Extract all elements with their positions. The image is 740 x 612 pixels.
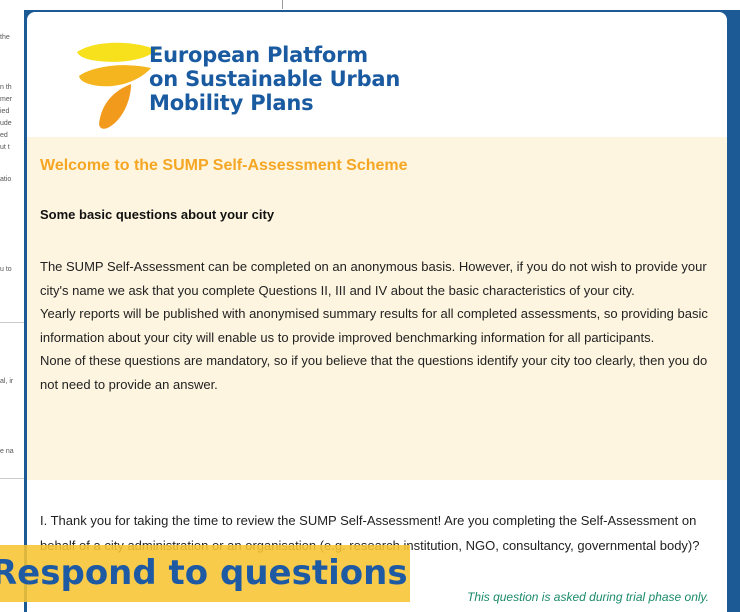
section-heading: Some basic questions about your city <box>40 207 275 222</box>
background-divider <box>0 478 24 479</box>
background-divider <box>282 0 283 9</box>
background-text: u to <box>0 266 12 273</box>
background-text: mer <box>0 96 13 103</box>
platform-title: European Platform on Sustainable Urban M… <box>149 43 400 115</box>
intro-paragraph: The SUMP Self-Assessment can be complete… <box>40 259 707 298</box>
background-divider <box>0 322 24 323</box>
background-text: ude <box>0 120 12 127</box>
background-text: atio <box>0 176 12 183</box>
background-text: ut t <box>0 144 10 151</box>
background-text: ed <box>0 132 8 139</box>
welcome-panel: Welcome to the SUMP Self-Assessment Sche… <box>27 137 727 480</box>
platform-title-line: Mobility Plans <box>149 91 314 115</box>
intro-paragraph: None of these questions are mandatory, s… <box>40 353 708 392</box>
question-note: This question is asked during trial phas… <box>467 590 709 604</box>
intro-paragraph: Yearly reports will be published with an… <box>40 306 708 345</box>
self-assessment-dialog: European Platform on Sustainable Urban M… <box>27 12 727 612</box>
background-text: ied <box>0 108 10 115</box>
background-header <box>24 0 740 10</box>
caption-banner: Respond to questions <box>0 545 410 602</box>
welcome-title: Welcome to the SUMP Self-Assessment Sche… <box>40 157 408 174</box>
platform-title-line: European Platform <box>149 43 368 67</box>
background-page: the n th mer ied ude ed ut t atio u to a… <box>0 0 24 612</box>
platform-title-line: on Sustainable Urban <box>149 67 401 91</box>
intro-text: The SUMP Self-Assessment can be complete… <box>40 255 720 397</box>
caption-text: Respond to questions <box>0 553 408 593</box>
background-text: al, ir <box>0 378 14 385</box>
background-text: n th <box>0 84 12 91</box>
background-text: the <box>0 34 10 41</box>
background-text: e na <box>0 448 14 455</box>
